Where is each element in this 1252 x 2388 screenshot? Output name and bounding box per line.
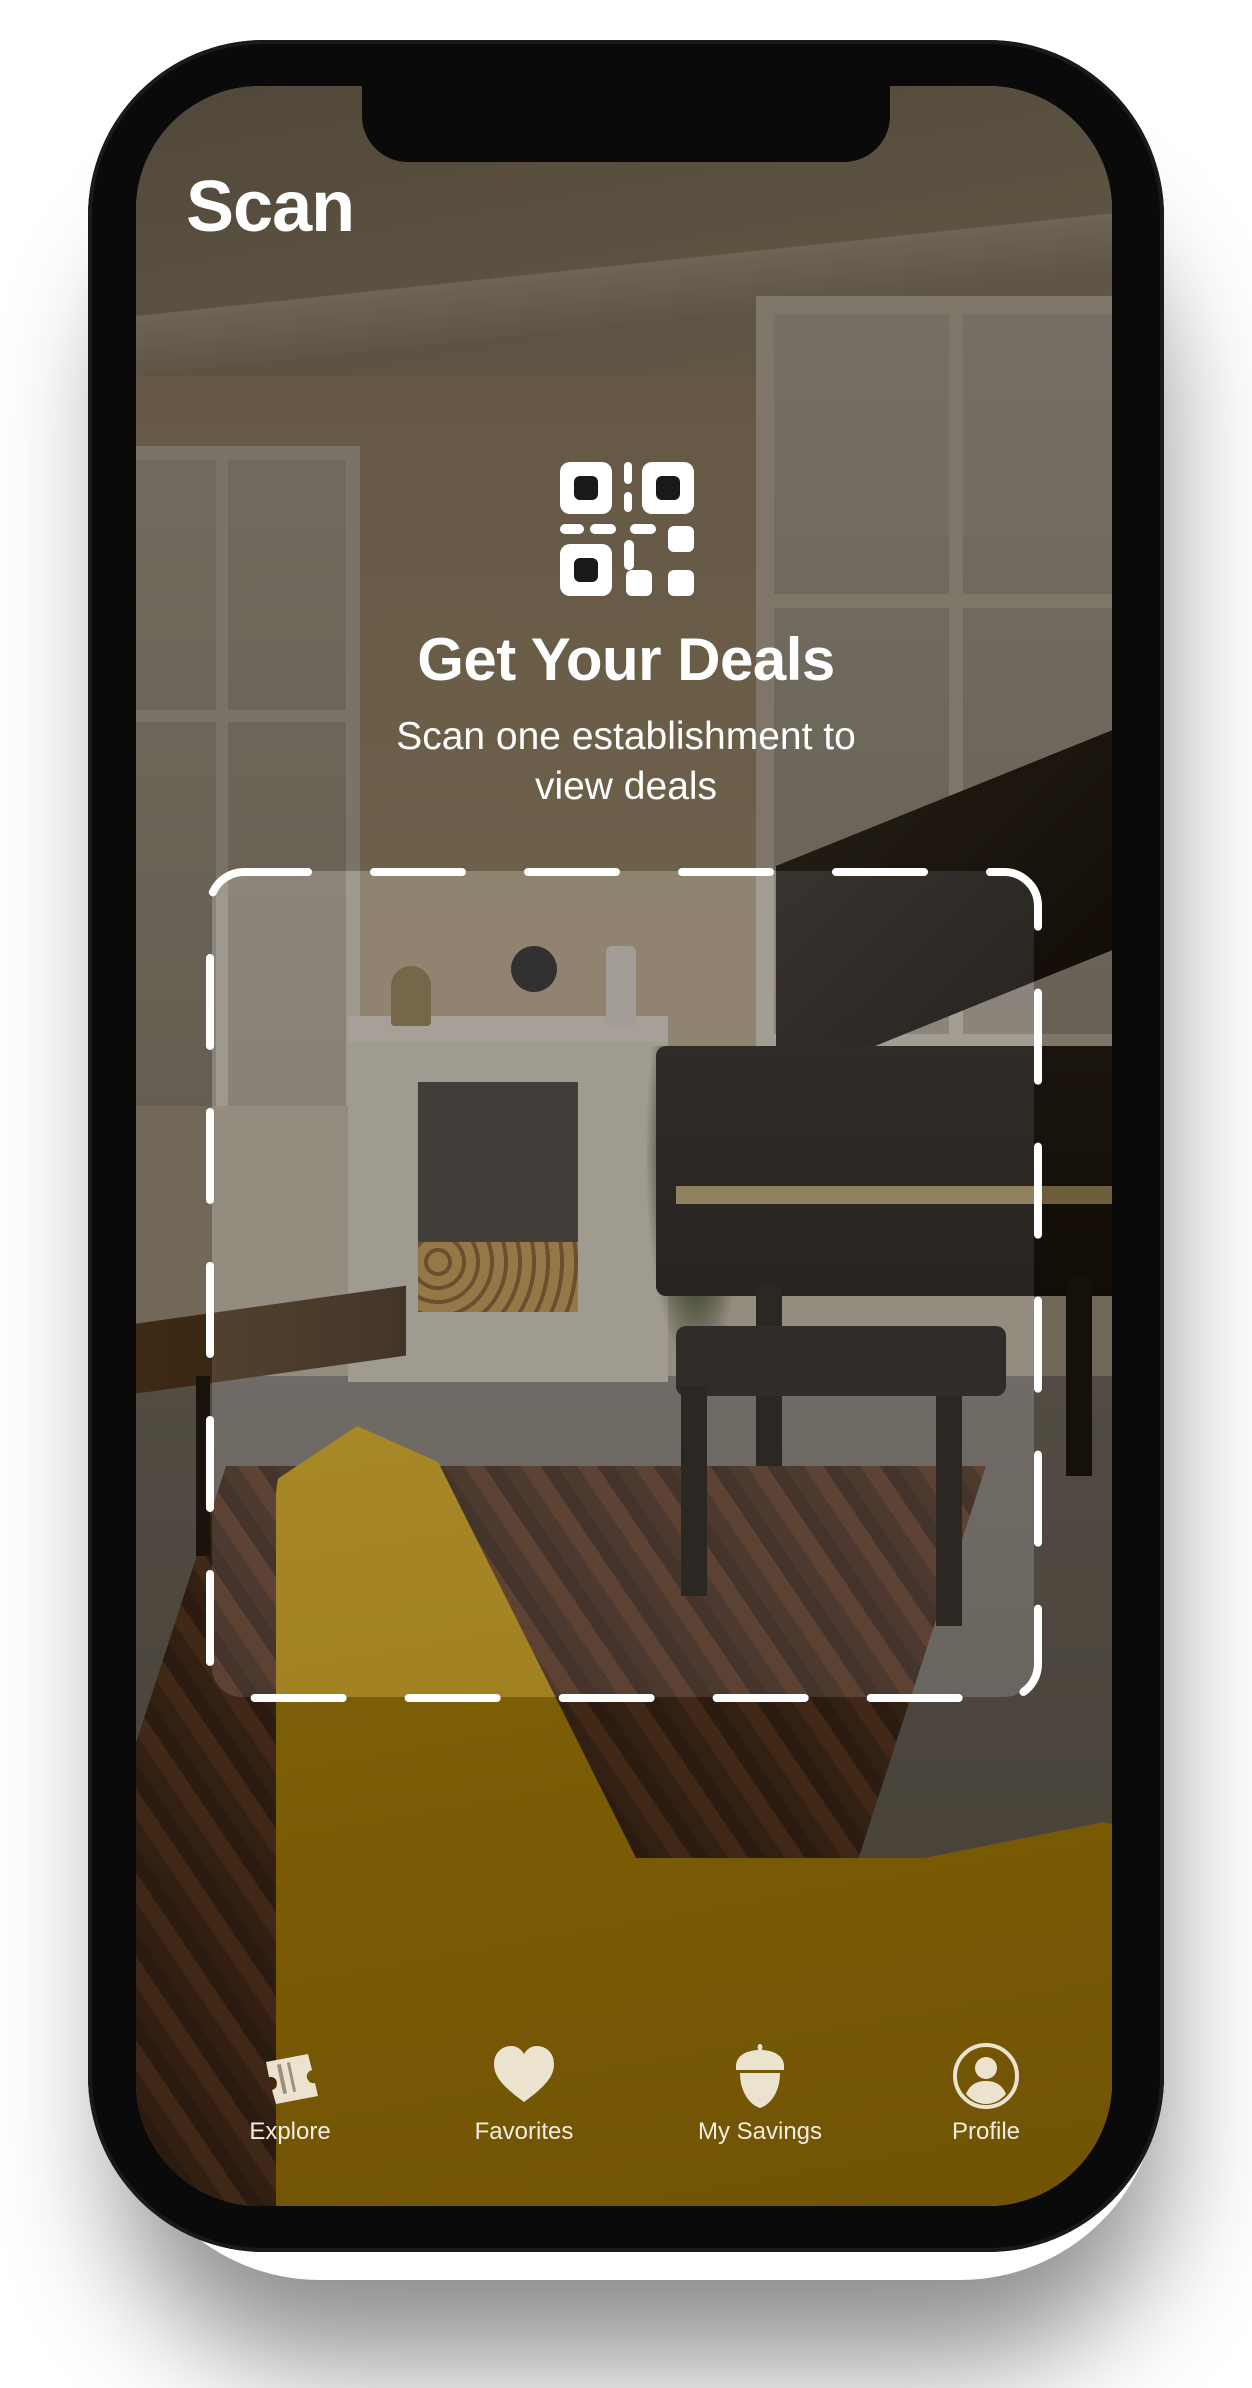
tab-favorites[interactable]: Favorites xyxy=(424,2040,624,2200)
heart-icon xyxy=(494,2046,554,2102)
profile-icon xyxy=(953,2043,1019,2109)
tab-favorites-label: Favorites xyxy=(474,2118,574,2145)
hero-subtitle: Scan one establishment to view deals xyxy=(396,715,856,808)
tab-my-savings-label: My Savings xyxy=(697,2118,823,2145)
tab-profile[interactable]: Profile xyxy=(886,2040,1086,2200)
tab-explore-label: Explore xyxy=(249,2118,331,2145)
hero-title: Get Your Deals xyxy=(417,626,835,693)
device-mockup: Scan Get Your Deals Scan one establishme… xyxy=(0,0,1252,2388)
page-title: Scan xyxy=(186,167,355,247)
scan-frame xyxy=(206,868,1042,1702)
device-notch xyxy=(362,86,890,162)
tab-explore[interactable]: Explore xyxy=(190,2040,390,2200)
tab-profile-label: Profile xyxy=(951,2118,1021,2145)
acorn-icon xyxy=(736,2044,784,2108)
bottom-tab-bar: Explore Favorites My Savings Profile xyxy=(136,2040,1112,2200)
tab-my-savings[interactable]: My Savings xyxy=(660,2040,860,2200)
tickets-icon xyxy=(266,2054,318,2104)
qr-code-icon xyxy=(560,462,694,596)
